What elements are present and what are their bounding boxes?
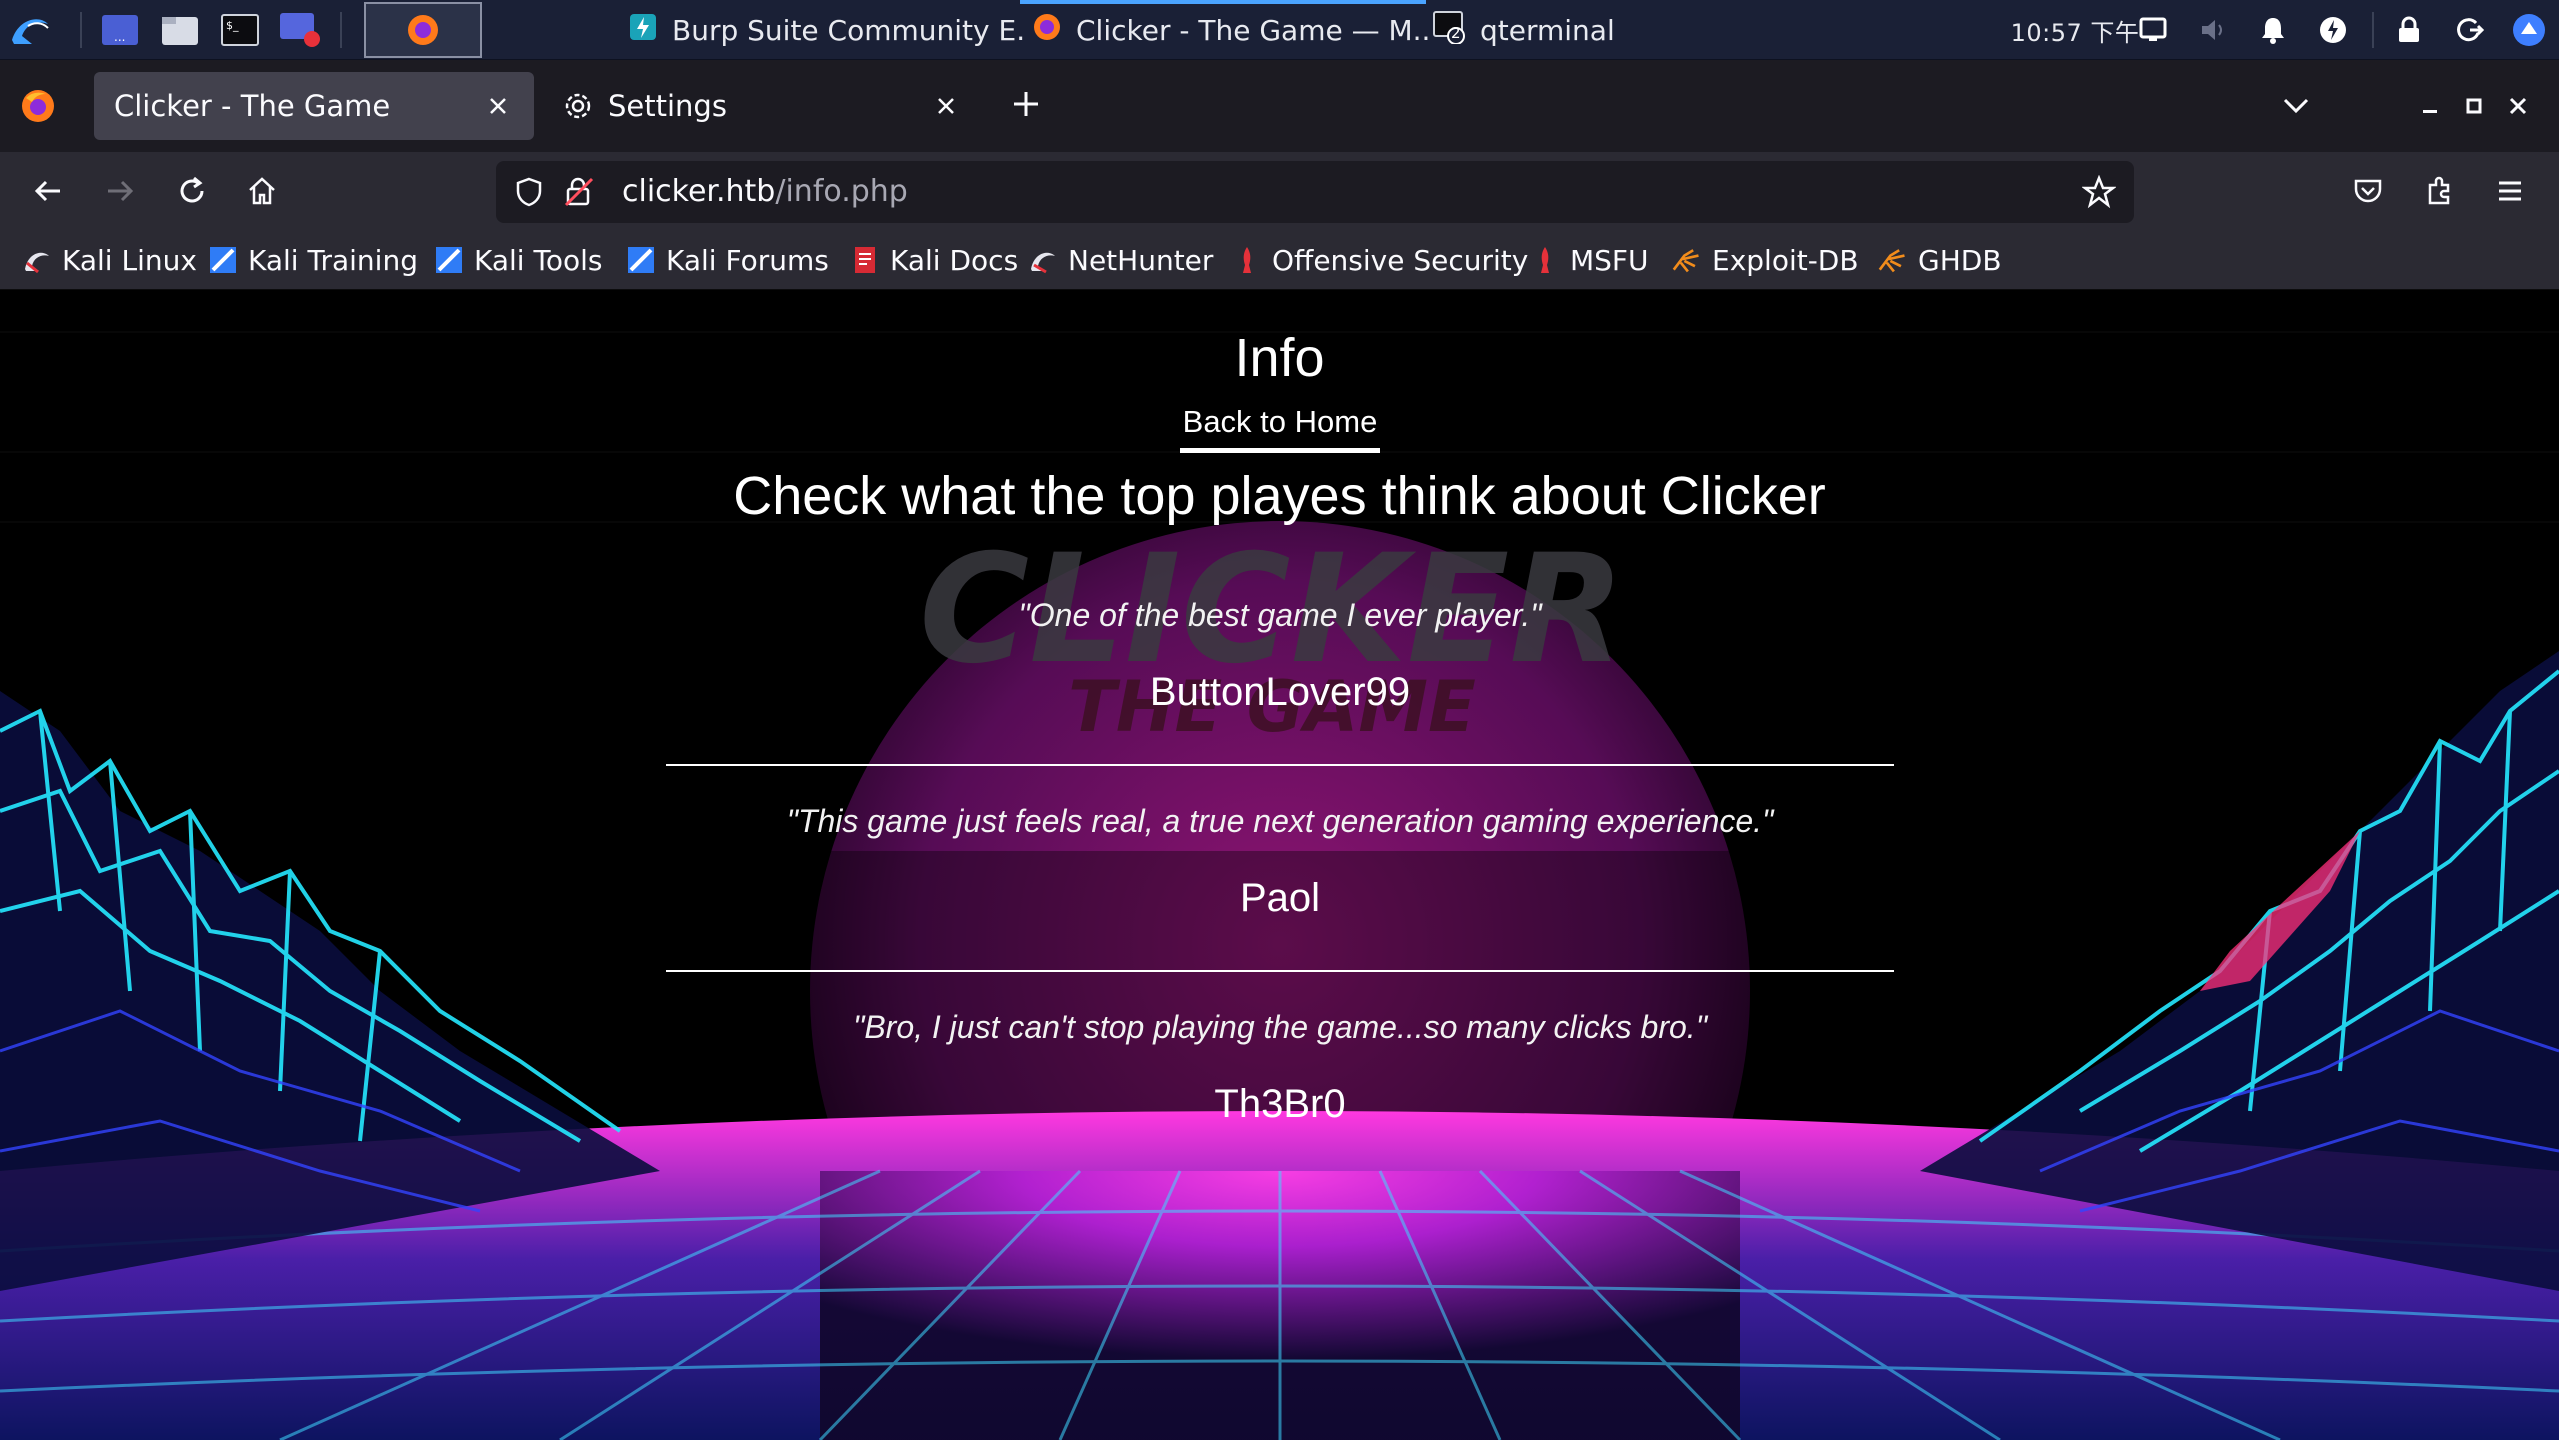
- testimonial-author: Th3Br0: [1214, 1082, 1346, 1126]
- testimonial-divider: [666, 970, 1894, 972]
- testimonial-divider: [666, 764, 1894, 766]
- notification-bell-icon[interactable]: [2252, 0, 2294, 60]
- logout-icon[interactable]: [2448, 0, 2490, 60]
- kali-undercover-icon[interactable]: [2504, 0, 2554, 60]
- tracking-protection-shield-icon[interactable]: [514, 176, 544, 212]
- list-all-tabs-icon[interactable]: [2276, 86, 2316, 126]
- taskbar-window-qterminal[interactable]: 2 qterminal: [1424, 2, 1824, 58]
- testimonial-card: "Bro, I just can't stop playing the game…: [666, 1009, 1894, 1127]
- page-title: Info: [1234, 328, 1325, 388]
- display-icon[interactable]: [2132, 0, 2174, 60]
- testimonial-quote: "Bro, I just can't stop playing the game…: [852, 1009, 1708, 1045]
- kali-forums-icon: [626, 245, 656, 275]
- back-to-home-link[interactable]: Back to Home: [1180, 401, 1380, 453]
- new-tab-icon[interactable]: [1008, 86, 1044, 126]
- bookmark-star-icon[interactable]: [2081, 174, 2117, 213]
- kali-icon: [22, 245, 52, 275]
- testimonial-quote: "This game just feels real, a true next …: [786, 803, 1774, 839]
- kali-training-icon: [208, 245, 238, 275]
- svg-text:...: ...: [114, 30, 125, 44]
- close-tab-icon[interactable]: [478, 86, 518, 126]
- desktop-taskbar: ... $_ Burp Suite Community E... Clicker…: [0, 0, 2559, 60]
- forward-icon[interactable]: [90, 161, 150, 221]
- navigation-toolbar: clicker.htb/info.php: [0, 152, 2559, 230]
- lock-screen-icon[interactable]: [2388, 0, 2430, 60]
- url-text[interactable]: clicker.htb/info.php: [622, 161, 908, 223]
- nethunter-icon: [1028, 245, 1058, 275]
- bookmark-kali-forums[interactable]: Kali Forums: [626, 238, 829, 282]
- url-bar[interactable]: clicker.htb/info.php: [496, 161, 2134, 223]
- exploitdb-icon: [1672, 245, 1702, 275]
- offsec-icon: [1232, 245, 1262, 275]
- bookmark-msfu[interactable]: MSFU: [1530, 238, 1649, 282]
- info-page-content: Info Back to Home Check what the top pla…: [0, 291, 2559, 1440]
- firefox-icon: [1032, 12, 1062, 49]
- bookmark-offensive-security[interactable]: Offensive Security: [1232, 238, 1528, 282]
- testimonials-heading: Check what the top playes think about Cl…: [733, 466, 1826, 526]
- back-icon[interactable]: [18, 161, 78, 221]
- pocket-icon[interactable]: [2338, 161, 2398, 221]
- bookmark-kali-docs[interactable]: Kali Docs: [850, 238, 1018, 282]
- gear-icon: [562, 90, 594, 122]
- taskbar-window-burp[interactable]: Burp Suite Community E...: [620, 2, 1024, 58]
- msfu-icon: [1530, 245, 1560, 275]
- screen-recorder-icon[interactable]: [276, 6, 324, 54]
- firefox-menu-icon[interactable]: [20, 88, 56, 128]
- power-manager-icon[interactable]: [2312, 0, 2354, 60]
- reload-icon[interactable]: [162, 161, 222, 221]
- bookmark-kali-tools[interactable]: Kali Tools: [434, 238, 602, 282]
- web-page-viewport: CLICKER THE GAME Info Back to Home Check…: [0, 291, 2559, 1440]
- insecure-lock-icon[interactable]: [562, 175, 596, 213]
- bookmark-exploit-db[interactable]: Exploit-DB: [1672, 238, 1859, 282]
- bookmark-kali-linux[interactable]: Kali Linux: [22, 238, 197, 282]
- home-icon[interactable]: [232, 161, 292, 221]
- firefox-launcher-icon[interactable]: [364, 2, 482, 58]
- svg-text:$_: $_: [226, 19, 239, 32]
- minimize-icon[interactable]: [2410, 86, 2450, 126]
- bookmark-kali-training[interactable]: Kali Training: [208, 238, 418, 282]
- window-count-badge: 2: [1451, 23, 1461, 42]
- show-desktop-icon[interactable]: ...: [96, 6, 144, 54]
- bookmark-ghdb[interactable]: GHDB: [1878, 238, 2002, 282]
- volume-icon[interactable]: [2192, 0, 2234, 60]
- testimonial-quote: "One of the best game I ever player.": [1018, 597, 1542, 633]
- bookmark-nethunter[interactable]: NetHunter: [1028, 238, 1213, 282]
- extensions-icon[interactable]: [2410, 161, 2470, 221]
- testimonial-author: ButtonLover99: [1149, 670, 1411, 714]
- browser-tab-strip: Clicker - The Game Settings: [0, 60, 2559, 152]
- testimonial-author: Paol: [1239, 876, 1321, 920]
- terminal-launcher-icon[interactable]: $_: [216, 6, 264, 54]
- bookmarks-toolbar: Kali Linux Kali Training Kali Tools Kali…: [0, 230, 2559, 290]
- kali-menu-icon[interactable]: [6, 6, 54, 54]
- kali-tools-icon: [434, 245, 464, 275]
- burp-icon: [628, 12, 658, 49]
- kali-docs-icon: [850, 245, 880, 275]
- taskbar-window-firefox[interactable]: Clicker - The Game — M...: [1024, 2, 1428, 58]
- ghdb-icon: [1878, 245, 1908, 275]
- terminal-icon: 2: [1432, 10, 1466, 51]
- hamburger-menu-icon[interactable]: [2480, 161, 2540, 221]
- close-window-icon[interactable]: [2498, 86, 2538, 126]
- testimonial-card: "This game just feels real, a true next …: [666, 803, 1894, 921]
- tab-clicker-game[interactable]: Clicker - The Game: [94, 72, 534, 140]
- clock[interactable]: 10:57 下午: [2000, 0, 2150, 60]
- tab-settings[interactable]: Settings: [542, 72, 982, 140]
- maximize-icon[interactable]: [2454, 86, 2494, 126]
- testimonial-card: "One of the best game I ever player." Bu…: [666, 597, 1894, 715]
- close-tab-icon[interactable]: [926, 86, 966, 126]
- file-manager-icon[interactable]: [156, 6, 204, 54]
